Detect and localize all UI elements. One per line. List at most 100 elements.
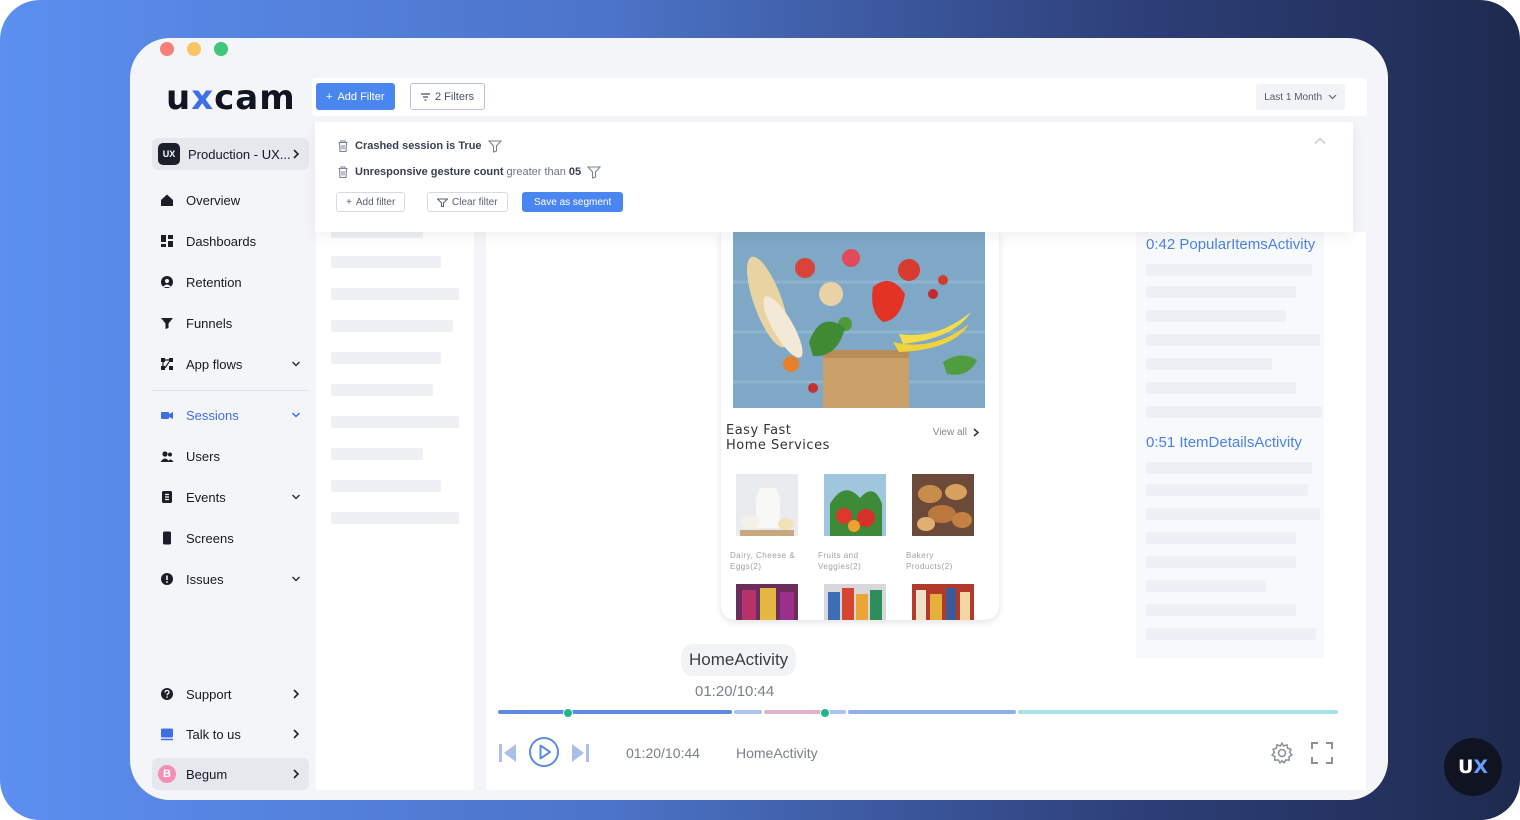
skeleton-line — [1146, 580, 1266, 592]
activity-item[interactable]: 0:42 PopularItemsActivity — [1146, 236, 1315, 253]
timeline-segment — [848, 710, 1016, 714]
skeleton-line — [1146, 382, 1296, 394]
sidebar-item-users[interactable]: Users — [152, 439, 309, 473]
sidebar-item-support[interactable]: Support — [152, 677, 309, 711]
skip-forward-button[interactable] — [570, 742, 590, 764]
playback-time: 01:20/10:44 — [626, 745, 700, 761]
user-menu[interactable]: B Begum — [152, 758, 309, 790]
filter-lines-icon — [421, 92, 430, 101]
activity-item[interactable]: 0:51 ItemDetailsActivity — [1146, 434, 1302, 451]
skeleton-line — [331, 480, 441, 492]
save-segment-button[interactable]: Save as segment — [522, 192, 624, 212]
skip-forward-icon — [572, 744, 589, 762]
chevron-down-icon — [291, 576, 301, 582]
event-marker[interactable] — [820, 708, 830, 718]
app-title: Easy Fast Home Services — [726, 423, 830, 453]
product-thumbnail[interactable] — [912, 584, 974, 620]
category-caption: Dairy, Cheese & Eggs(2) — [730, 551, 796, 571]
trash-icon[interactable] — [336, 165, 350, 179]
category-caption: Bakery Products(2) — [906, 551, 953, 571]
clear-filter-button[interactable]: Clear filter — [427, 192, 508, 212]
project-selector[interactable]: UX Production - UX... — [152, 138, 309, 170]
skeleton-line — [331, 352, 441, 364]
skeleton-line — [1146, 556, 1296, 568]
add-filter-button[interactable]: + Add Filter — [316, 83, 395, 110]
funnel-edit-icon[interactable] — [587, 165, 602, 179]
filter-panel: Crashed session is True Unresponsive ges… — [315, 122, 1353, 232]
skeleton-line — [1146, 334, 1320, 346]
alert-icon — [160, 572, 174, 586]
timeline-segment — [734, 710, 762, 714]
uxcam-corner-badge[interactable]: UX — [1444, 738, 1502, 796]
skeleton-line — [331, 256, 441, 268]
sidebar-item-dashboards[interactable]: Dashboards — [152, 224, 309, 258]
gear-icon — [1271, 742, 1293, 764]
chevron-right-icon — [293, 689, 300, 699]
dairy-thumbnail[interactable] — [736, 474, 798, 536]
skip-back-button[interactable] — [498, 742, 518, 764]
project-badge: UX — [158, 143, 180, 165]
events-icon — [160, 490, 174, 504]
sidebar: uxcam UX Production - UX... Overview Das… — [130, 38, 316, 800]
current-time-label: 01:20/10:44 — [695, 683, 775, 700]
skeleton-line — [331, 288, 459, 300]
view-all-link[interactable]: View all — [933, 427, 979, 438]
skeleton-line — [1146, 462, 1312, 474]
skeleton-line — [1146, 264, 1312, 276]
play-icon — [529, 737, 559, 767]
player-controls: 01:20/10:44 HomeActivity — [498, 736, 1338, 772]
timeline-segment — [1018, 710, 1338, 714]
chevron-down-icon — [291, 412, 301, 418]
chevron-down-icon — [291, 361, 301, 367]
sidebar-item-issues[interactable]: Issues — [152, 562, 309, 596]
trash-icon[interactable] — [336, 139, 350, 153]
skeleton-line — [331, 320, 453, 332]
skeleton-line — [1146, 604, 1296, 616]
chevron-up-icon[interactable] — [1313, 136, 1327, 146]
activity-panel: 0:42 PopularItemsActivity 0:51 ItemDetai… — [1136, 228, 1324, 658]
uxcam-logo[interactable]: uxcam — [166, 78, 296, 118]
sidebar-item-retention[interactable]: Retention — [152, 265, 309, 299]
funnel-icon — [160, 316, 174, 330]
skeleton-line — [1146, 358, 1272, 370]
bakery-thumbnail[interactable] — [912, 474, 974, 536]
skeleton-line — [1146, 628, 1316, 640]
phone-icon — [160, 531, 174, 545]
playhead-marker[interactable] — [563, 708, 573, 718]
sidebar-item-talk-to-us[interactable]: Talk to us — [152, 717, 309, 751]
sidebar-item-screens[interactable]: Screens — [152, 521, 309, 555]
product-thumbnail[interactable] — [736, 584, 798, 620]
settings-button[interactable] — [1270, 741, 1294, 765]
playback-screen-name: HomeActivity — [736, 745, 818, 761]
session-list — [316, 226, 474, 790]
video-camera-icon — [160, 408, 174, 422]
sidebar-item-events[interactable]: Events — [152, 480, 309, 514]
skeleton-line — [331, 448, 423, 460]
category-caption: Fruits and Veggies(2) — [818, 551, 862, 571]
sidebar-item-app-flows[interactable]: App flows — [152, 347, 309, 381]
help-icon — [160, 687, 174, 701]
date-range-dropdown[interactable]: Last 1 Month — [1256, 84, 1345, 110]
play-button[interactable] — [528, 736, 560, 768]
fruits-veggies-thumbnail[interactable] — [824, 474, 886, 536]
groceries-banner-image — [733, 232, 985, 408]
product-thumbnail[interactable] — [824, 584, 886, 620]
project-name: Production - UX... — [188, 146, 291, 162]
fullscreen-button[interactable] — [1310, 741, 1334, 765]
chevron-down-icon — [291, 494, 301, 500]
skeleton-line — [331, 416, 459, 428]
users-icon — [160, 449, 174, 463]
funnel-edit-icon[interactable] — [487, 139, 502, 153]
sidebar-item-sessions[interactable]: Sessions — [152, 398, 309, 432]
recorded-screen[interactable]: Easy Fast Home Services View all Dairy, … — [721, 232, 999, 620]
chevron-right-icon — [293, 149, 300, 159]
app-window: uxcam UX Production - UX... Overview Das… — [130, 38, 1388, 800]
sidebar-item-funnels[interactable]: Funnels — [152, 306, 309, 340]
filters-button[interactable]: 2 Filters — [410, 83, 486, 110]
fullscreen-icon — [1311, 742, 1333, 764]
sidebar-item-overview[interactable]: Overview — [152, 183, 309, 217]
add-filter-small-button[interactable]: + Add filter — [336, 192, 406, 212]
skeleton-line — [1146, 286, 1296, 298]
session-timeline[interactable] — [498, 708, 1338, 718]
sidebar-divider — [152, 390, 309, 391]
